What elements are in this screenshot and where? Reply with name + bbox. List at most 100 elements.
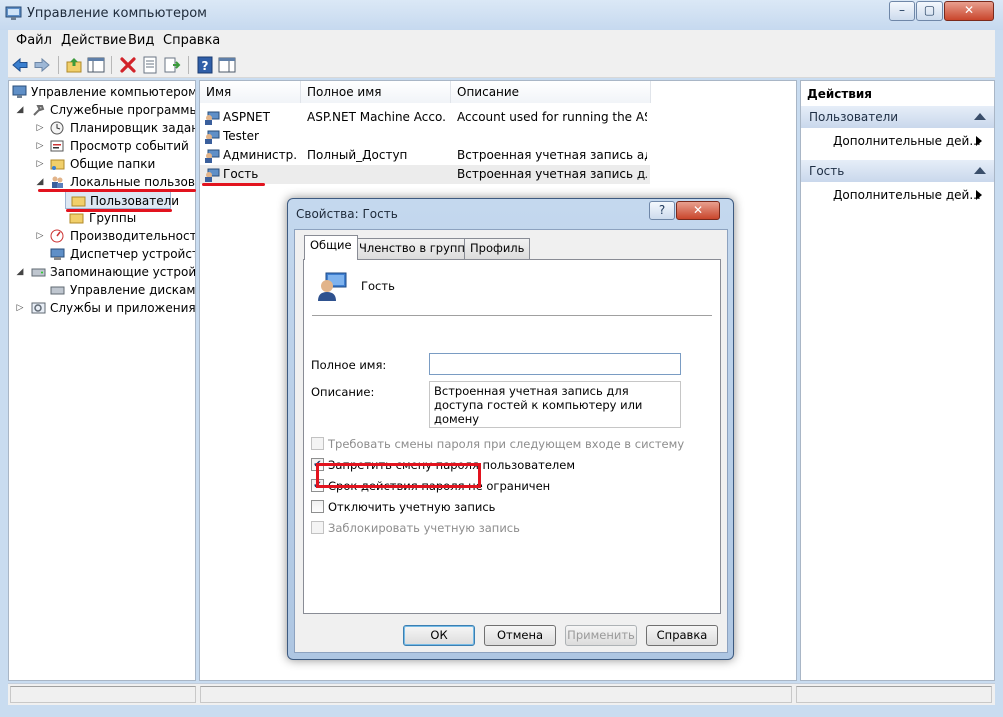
tree-item-device-manager[interactable]: Диспетчер устройств (9, 245, 195, 263)
table-row[interactable]: ASPNET ASP.NET Machine Acco... Account u… (200, 108, 650, 127)
user-icon (204, 110, 220, 125)
tab-profile[interactable]: Профиль (464, 238, 531, 259)
menu-file[interactable]: Файл (16, 33, 52, 48)
user-name: Гость (361, 279, 395, 293)
close-icon: ✕ (692, 203, 704, 217)
properties-icon[interactable] (140, 55, 160, 75)
tree-item-disk-management[interactable]: Управление дисками (9, 281, 196, 299)
cell-description: Account used for running the AS... (457, 110, 647, 124)
menu-help[interactable]: Справка (163, 33, 220, 48)
up-folder-icon[interactable] (64, 55, 84, 75)
divider (312, 315, 712, 316)
minimize-icon: – (899, 3, 905, 17)
forward-icon[interactable] (32, 55, 52, 75)
column-header-description[interactable]: Описание (451, 81, 651, 103)
delete-icon[interactable] (118, 55, 138, 75)
tree-item-services-apps[interactable]: ▷ Службы и приложения (9, 299, 195, 317)
minimize-button[interactable]: – (889, 1, 915, 21)
menu-bar: Файл Действие Вид Справка (8, 30, 995, 52)
tree-label: Пользователи (90, 194, 180, 208)
cell-description: Встроенная учетная запись для ... (457, 167, 647, 181)
show-hide-tree-icon[interactable] (86, 55, 106, 75)
actions-section-guest[interactable]: Гость (801, 160, 994, 182)
table-row[interactable]: Tester (200, 127, 650, 146)
svg-text:?: ? (202, 59, 209, 73)
tree-item-shared-folders[interactable]: ▷ Общие папки (9, 155, 195, 173)
tree-label: Просмотр событий (70, 139, 189, 153)
tree-label: Планировщик заданий (70, 121, 195, 135)
column-header-full-name[interactable]: Полное имя (301, 81, 451, 103)
tab-general[interactable]: Общие (304, 235, 358, 260)
help-icon[interactable]: ? (195, 55, 215, 75)
checkbox-row-must-change-password[interactable]: Требовать смены пароля при следующем вхо… (311, 437, 711, 453)
checkbox-must-change-password[interactable] (311, 437, 324, 450)
expand-arrow-icon[interactable]: ▷ (35, 155, 45, 173)
checkbox-label: Отключить учетную запись (328, 500, 496, 514)
maximize-button[interactable]: ▢ (916, 1, 943, 21)
expand-arrow-icon[interactable]: ▷ (35, 119, 45, 137)
toolbar-separator (111, 56, 112, 74)
status-bar (8, 683, 995, 705)
description-field[interactable]: Встроенная учетная запись для доступа го… (429, 381, 681, 428)
folder-icon (71, 194, 86, 208)
expand-arrow-icon[interactable]: ▷ (15, 299, 25, 317)
more-actions-users[interactable]: Дополнительные дей... (801, 130, 994, 152)
close-button[interactable]: ✕ (944, 1, 994, 21)
tree-item-event-viewer[interactable]: ▷ Просмотр событий (9, 137, 195, 155)
status-segment (200, 686, 792, 703)
performance-icon (50, 229, 65, 243)
table-row[interactable]: Администр... Полный_Доступ Встроенная уч… (200, 146, 650, 165)
full-name-field[interactable] (429, 353, 681, 375)
help-button[interactable]: Справка (646, 625, 718, 646)
tree-label: Общие папки (70, 157, 156, 171)
user-icon (204, 148, 220, 163)
cell-description: Встроенная учетная запись адм... (457, 148, 647, 162)
tree-item-storage[interactable]: ◢ Запоминающие устройст (9, 263, 195, 281)
collapse-up-icon[interactable] (974, 113, 986, 120)
checkbox-row-account-locked[interactable]: Заблокировать учетную запись (311, 521, 711, 537)
cell-name: Администр... (223, 148, 298, 162)
tree-item-performance[interactable]: ▷ Производительность (9, 227, 195, 245)
table-row-selected[interactable]: Гость Встроенная учетная запись для ... (200, 165, 650, 184)
expand-arrow-icon[interactable]: ▷ (35, 227, 45, 245)
computer-management-icon (5, 6, 22, 21)
column-header-name[interactable]: Имя (200, 81, 301, 103)
status-segment (796, 686, 992, 703)
dialog-close-button[interactable]: ✕ (676, 201, 720, 220)
toolbar: ? (8, 52, 995, 78)
menu-action[interactable]: Действие (61, 33, 126, 48)
collapse-arrow-icon[interactable]: ◢ (15, 101, 25, 119)
section-title: Гость (809, 164, 845, 178)
tree-item-system-tools[interactable]: ◢ Служебные программы (9, 101, 195, 119)
checkbox-row-account-disabled[interactable]: Отключить учетную запись (311, 500, 711, 516)
checkbox-label: Заблокировать учетную запись (328, 521, 520, 535)
cancel-button[interactable]: Отмена (484, 625, 556, 646)
checkbox-account-locked[interactable] (311, 521, 324, 534)
expand-arrow-icon[interactable]: ▷ (35, 137, 45, 155)
computer-management-icon (12, 85, 27, 99)
tree-item-computer-management[interactable]: Управление компьютером (л (9, 83, 195, 101)
menu-view[interactable]: Вид (128, 33, 154, 48)
tree-item-task-scheduler[interactable]: ▷ Планировщик заданий (9, 119, 195, 137)
checkbox-account-disabled[interactable] (311, 500, 324, 513)
apply-button[interactable]: Применить (565, 625, 637, 646)
dialog-help-button[interactable]: ? (649, 201, 675, 220)
ok-button[interactable]: ОК (403, 625, 475, 646)
export-icon[interactable] (162, 55, 182, 75)
tree-item-users[interactable]: Пользователи (65, 191, 179, 209)
annotation-highlight-box (316, 463, 481, 488)
collapse-up-icon[interactable] (974, 167, 986, 174)
checkbox-label: Требовать смены пароля при следующем вхо… (328, 437, 685, 451)
show-action-pane-icon[interactable] (217, 55, 237, 75)
submenu-arrow-icon (976, 190, 982, 200)
more-actions-guest[interactable]: Дополнительные дей... (801, 184, 994, 206)
cell-full-name: Полный_Доступ (307, 148, 408, 162)
actions-section-users[interactable]: Пользователи (801, 106, 994, 128)
actions-pane: Действия Пользователи Дополнительные дей… (800, 80, 995, 681)
device-manager-icon (50, 247, 65, 261)
collapse-arrow-icon[interactable]: ◢ (15, 263, 25, 281)
submenu-arrow-icon (976, 136, 982, 146)
close-icon: ✕ (963, 3, 975, 17)
tree-label: Управление дисками (70, 283, 196, 297)
back-icon[interactable] (10, 55, 30, 75)
